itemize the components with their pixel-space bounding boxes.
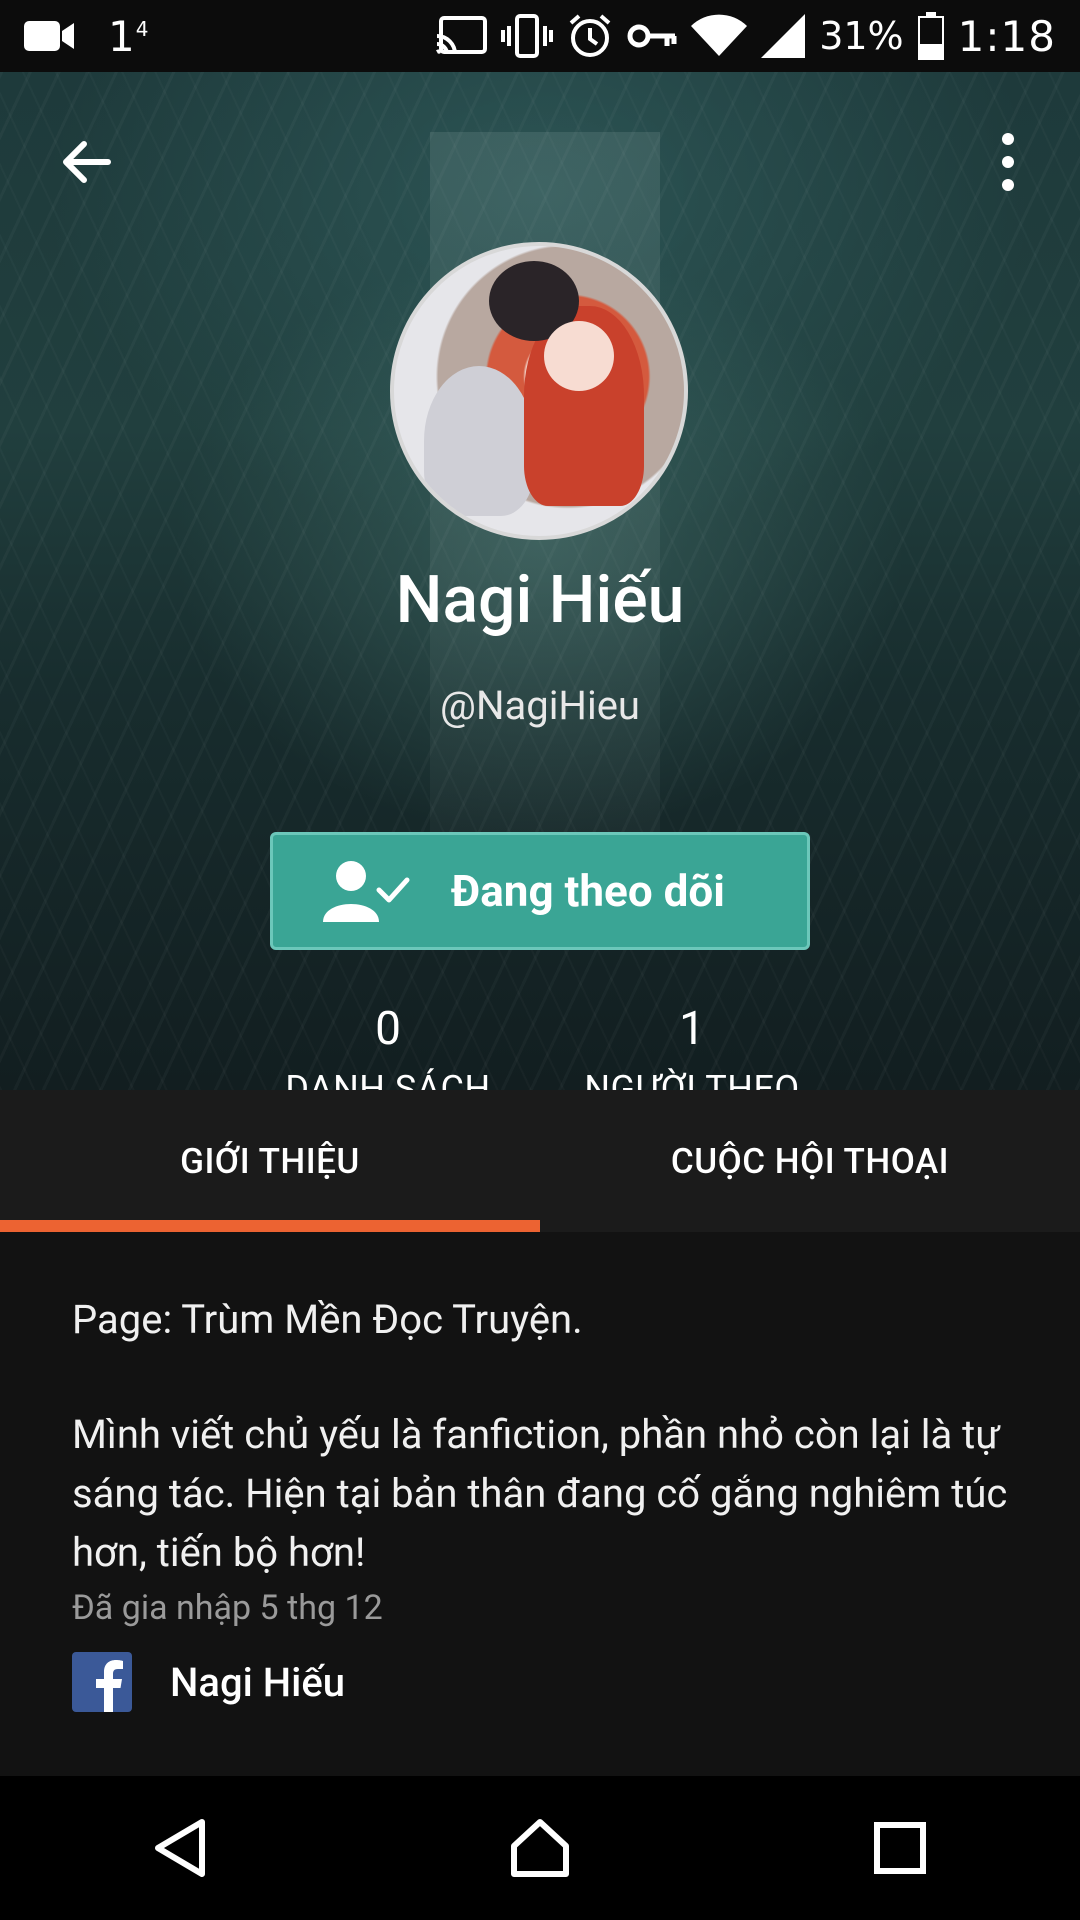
facebook-link[interactable]: Nagi Hiếu [72,1652,1012,1712]
username: @NagiHieu [440,682,640,729]
battery-percent: 31% [819,14,904,58]
clock: 1:18 [957,11,1056,61]
profile-tabs: GIỚI THIỆU CUỘC HỘI THOẠI [0,1090,1080,1232]
arrow-left-icon [63,141,111,183]
signal-icon [761,14,806,58]
tab-conversations-label: CUỘC HỘI THOẠI [670,1140,950,1182]
vpn-key-icon [627,21,677,51]
page-line: Page: Trùm Mền Đọc Truyện. [72,1296,583,1343]
video-camera-icon [24,19,74,53]
user-check-icon [323,861,410,922]
triangle-back-icon [155,1819,205,1877]
square-recents-icon [874,1822,926,1874]
display-name: Nagi Hiếu [395,562,685,639]
reading-list-stat[interactable]: 0 DANH SÁCH ĐỌC [248,1002,528,1090]
reading-list-label: DANH SÁCH ĐỌC [285,1068,491,1090]
tab-about-label: GIỚI THIỆU [180,1140,360,1182]
status-bar: 14 31% 1:18 [0,0,1080,72]
system-nav-bar [0,1776,1080,1920]
notification-count: 14 [108,11,150,61]
battery-icon [917,12,944,60]
bio-text: Mình viết chủ yếu là fanfiction, phần nh… [72,1411,1008,1576]
about-section: Page: Trùm Mền Đọc Truyện. Mình viết chủ… [72,1290,1012,1712]
back-button[interactable] [56,132,116,192]
nav-recents-button[interactable] [855,1803,945,1893]
followers-count: 1 [679,1002,705,1056]
facebook-icon [72,1652,132,1712]
joined-date: Đã gia nhập 5 thg 12 [72,1588,383,1628]
tab-about[interactable]: GIỚI THIỆU [0,1090,540,1232]
nav-back-button[interactable] [135,1803,225,1893]
wifi-icon [691,14,748,58]
cast-icon [435,16,488,56]
vibrate-icon [501,14,554,58]
facebook-name: Nagi Hiếu [170,1658,345,1706]
following-button-label: Đang theo dõi [451,865,725,917]
avatar[interactable] [390,242,688,540]
tab-conversations[interactable]: CUỘC HỘI THOẠI [540,1090,1080,1232]
home-icon [511,1819,569,1877]
more-options-button[interactable] [985,127,1031,197]
followers-label: NGƯỜI THEO DÕI [584,1068,800,1090]
following-button[interactable]: Đang theo dõi [270,832,810,950]
followers-stat[interactable]: 1 NGƯỜI THEO DÕI [552,1002,832,1090]
nav-home-button[interactable] [495,1803,585,1893]
alarm-icon [567,13,613,59]
more-vertical-icon [1002,133,1014,191]
reading-list-count: 0 [375,1002,401,1056]
profile-header: Nagi Hiếu @NagiHieu Đang theo dõi 0 DANH… [0,72,1080,1090]
